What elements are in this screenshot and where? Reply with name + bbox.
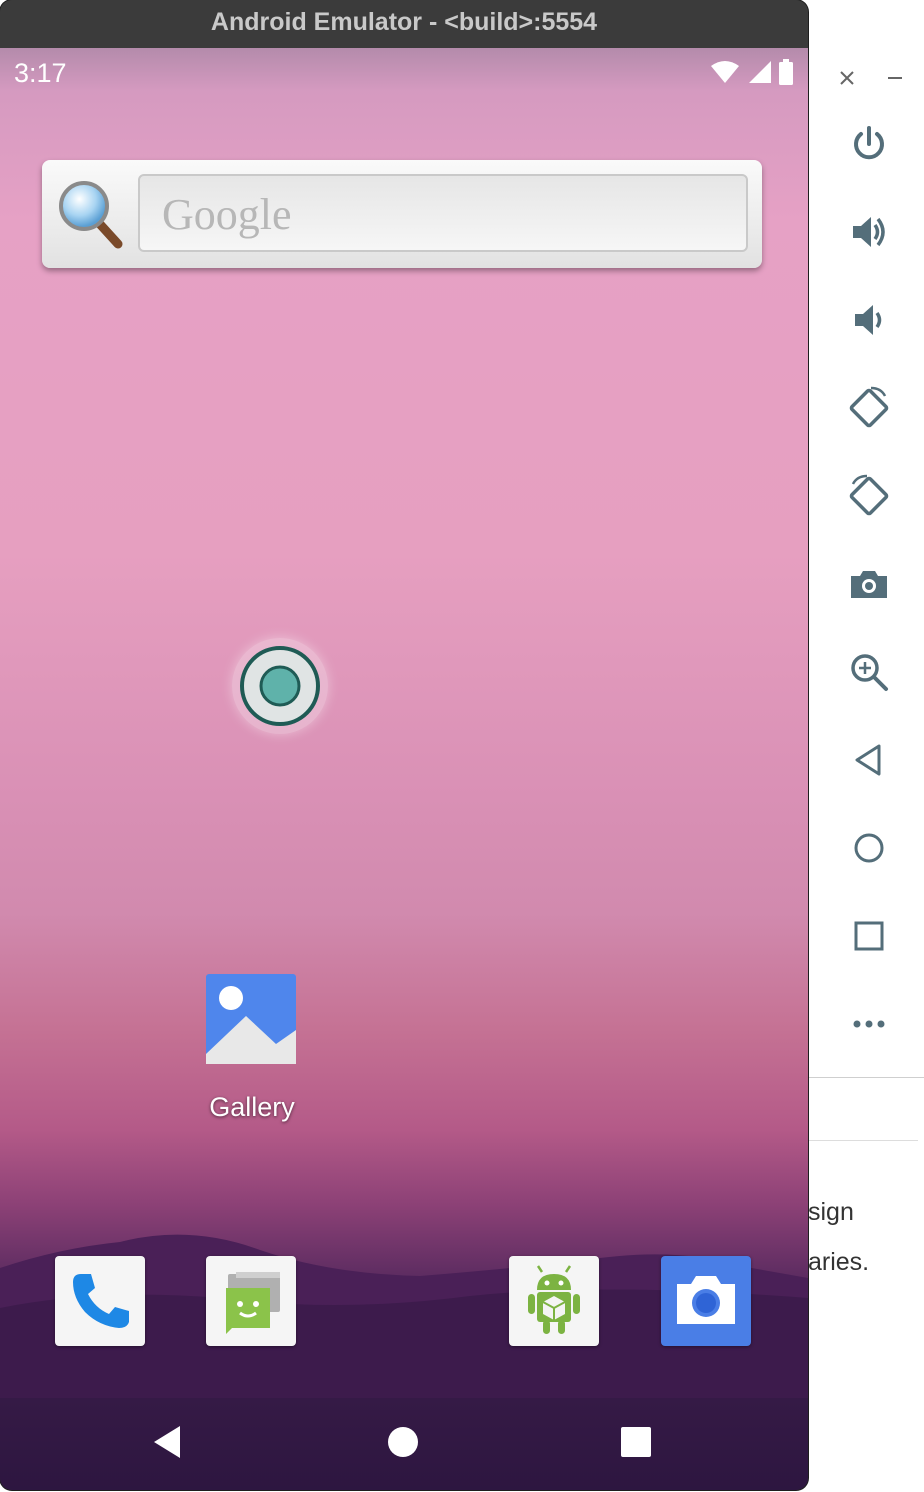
volume-up-icon[interactable] bbox=[847, 210, 891, 254]
power-icon[interactable] bbox=[847, 122, 891, 166]
rotate-right-icon[interactable] bbox=[847, 474, 891, 518]
dock-android-app[interactable] bbox=[509, 1256, 599, 1346]
navigation-bar bbox=[0, 1392, 808, 1490]
back-icon[interactable] bbox=[847, 738, 891, 782]
rotate-left-icon[interactable] bbox=[847, 386, 891, 430]
battery-icon bbox=[779, 59, 793, 85]
volume-down-icon[interactable] bbox=[847, 298, 891, 342]
emulator-side-toolbar bbox=[808, 48, 924, 1078]
search-placeholder: Google bbox=[162, 190, 292, 239]
overview-icon[interactable] bbox=[847, 914, 891, 958]
home-icon[interactable] bbox=[847, 826, 891, 870]
touch-indicator bbox=[232, 638, 328, 734]
close-icon[interactable] bbox=[835, 66, 859, 90]
phone-icon[interactable] bbox=[55, 1256, 145, 1346]
screenshot-camera-icon[interactable] bbox=[847, 562, 891, 606]
magnifier-icon[interactable] bbox=[56, 178, 126, 250]
overview-icon[interactable] bbox=[614, 1420, 658, 1464]
google-search-widget[interactable]: Google bbox=[42, 160, 762, 268]
status-bar: 3:17 bbox=[0, 48, 808, 98]
android-app-icon[interactable] bbox=[509, 1256, 599, 1346]
gallery-icon[interactable] bbox=[206, 974, 296, 1064]
cellular-signal-icon bbox=[749, 61, 771, 83]
background-text-fragment: aries. bbox=[808, 1248, 870, 1276]
camera-icon[interactable] bbox=[661, 1256, 751, 1346]
dock-messaging[interactable] bbox=[206, 1256, 296, 1346]
app-label: Gallery bbox=[209, 1092, 295, 1122]
window-title: Android Emulator - <build>:5554 bbox=[210, 8, 598, 36]
touch-indicator-circle-icon bbox=[240, 646, 320, 726]
background-page: sign aries. bbox=[808, 1078, 924, 1492]
window-titlebar: Android Emulator - <build>:5554 bbox=[0, 0, 808, 49]
device-screen[interactable]: 3:17 Google Gallery bbox=[0, 48, 808, 1490]
emulator-window: Android Emulator - <build>:5554 3:17 Goo… bbox=[0, 0, 808, 1490]
more-icon[interactable] bbox=[847, 1002, 891, 1046]
status-icons bbox=[710, 58, 794, 86]
search-input[interactable]: Google bbox=[138, 174, 748, 252]
messaging-icon[interactable] bbox=[206, 1256, 296, 1346]
app-gallery[interactable]: Gallery bbox=[190, 972, 314, 1132]
back-icon[interactable] bbox=[146, 1420, 190, 1464]
background-text-fragment: sign bbox=[808, 1198, 854, 1226]
status-clock: 3:17 bbox=[14, 58, 67, 88]
dock-camera[interactable] bbox=[661, 1256, 751, 1346]
home-icon[interactable] bbox=[381, 1420, 425, 1464]
zoom-icon[interactable] bbox=[847, 650, 891, 694]
minimize-icon[interactable] bbox=[883, 66, 907, 90]
dock-phone[interactable] bbox=[55, 1256, 145, 1346]
divider bbox=[808, 1140, 918, 1141]
wifi-icon bbox=[711, 61, 739, 83]
